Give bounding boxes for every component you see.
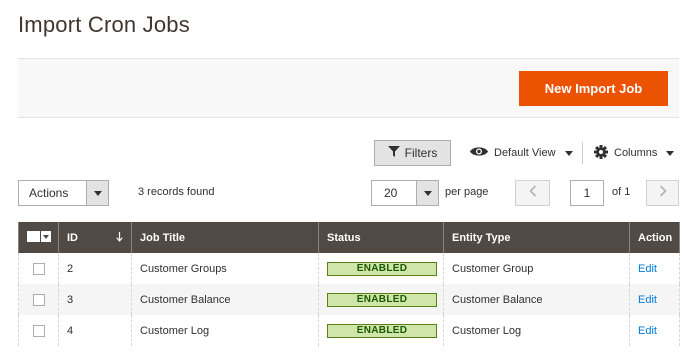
grid-toolbar: Filters Default View Columns [18, 140, 679, 166]
current-page-input[interactable]: 1 [570, 180, 604, 206]
row-job-title: Customer Log [131, 315, 319, 346]
chevron-left-icon [528, 184, 537, 202]
table-row: 4 Customer Log ENABLED Customer Log Edit [18, 315, 680, 346]
row-action-cell: Edit [629, 315, 680, 346]
column-header-entity-type[interactable]: Entity Type [443, 222, 630, 253]
per-page-select[interactable]: 20 [371, 180, 439, 206]
column-header-id-label: ID [67, 231, 78, 244]
column-header-job-title[interactable]: Job Title [131, 222, 319, 253]
mass-select-header[interactable] [18, 222, 59, 253]
page-actions-bar: New Import Job [18, 58, 679, 118]
row-id: 3 [58, 284, 132, 315]
previous-page-button[interactable] [515, 180, 550, 206]
status-badge: ENABLED [327, 261, 437, 276]
new-import-job-button[interactable]: New Import Job [519, 71, 668, 106]
row-select-cell [18, 284, 59, 315]
filters-button[interactable]: Filters [374, 140, 451, 166]
column-header-id[interactable]: ID [58, 222, 132, 253]
row-entity-type: Customer Balance [443, 284, 630, 315]
grid-paging-row: Actions 3 records found 20 per page 1 of… [18, 180, 679, 206]
gear-icon [594, 144, 608, 162]
edit-link[interactable]: Edit [638, 325, 657, 337]
arrow-down-icon [116, 231, 123, 245]
columns-label: Columns [614, 147, 658, 159]
row-id: 2 [58, 253, 132, 284]
edit-link[interactable]: Edit [638, 294, 657, 306]
row-status-cell: ENABLED [318, 315, 444, 346]
row-status-cell: ENABLED [318, 284, 444, 315]
mass-select-checkbox[interactable] [27, 230, 51, 243]
filter-icon [387, 146, 400, 160]
row-status-cell: ENABLED [318, 253, 444, 284]
view-switcher[interactable]: Default View [470, 140, 573, 166]
checkbox-icon [27, 231, 40, 242]
column-header-action: Action [629, 222, 680, 253]
toolbar-divider [582, 142, 583, 164]
chevron-down-icon [86, 181, 108, 205]
mass-actions-select[interactable]: Actions [18, 180, 109, 206]
row-select-cell [18, 315, 59, 346]
row-action-cell: Edit [629, 284, 680, 315]
per-page-label: per page [445, 186, 489, 198]
chevron-down-icon [666, 150, 675, 156]
view-label: Default View [494, 147, 556, 159]
status-badge: ENABLED [327, 323, 437, 338]
chevron-down-icon [416, 181, 438, 205]
filters-label: Filters [404, 146, 438, 160]
eye-icon [470, 146, 488, 160]
status-badge: ENABLED [327, 292, 437, 307]
table-row: 3 Customer Balance ENABLED Customer Bala… [18, 284, 680, 315]
row-id: 4 [58, 315, 132, 346]
row-action-cell: Edit [629, 253, 680, 284]
mass-actions-label: Actions [29, 186, 69, 200]
row-select-cell [18, 253, 59, 284]
per-page-value: 20 [384, 186, 398, 200]
total-pages-label: of 1 [612, 186, 631, 198]
chevron-down-icon [41, 231, 51, 242]
edit-link[interactable]: Edit [638, 263, 657, 275]
import-jobs-grid: ID Job Title Status Entity Type Action 2… [18, 222, 680, 346]
chevron-right-icon [659, 184, 667, 202]
row-checkbox[interactable] [32, 262, 45, 275]
chevron-down-icon [564, 150, 573, 156]
page-title: Import Cron Jobs [18, 12, 190, 37]
row-job-title: Customer Groups [131, 253, 319, 284]
row-entity-type: Customer Group [443, 253, 630, 284]
records-found-count: 3 records found [138, 186, 215, 198]
row-job-title: Customer Balance [131, 284, 319, 315]
grid-header-row: ID Job Title Status Entity Type Action [18, 222, 680, 253]
column-header-status[interactable]: Status [318, 222, 444, 253]
row-entity-type: Customer Log [443, 315, 630, 346]
row-checkbox[interactable] [32, 293, 45, 306]
next-page-button[interactable] [646, 180, 679, 206]
columns-button[interactable]: Columns [594, 140, 675, 166]
row-checkbox[interactable] [32, 324, 45, 337]
table-row: 2 Customer Groups ENABLED Customer Group… [18, 253, 680, 284]
